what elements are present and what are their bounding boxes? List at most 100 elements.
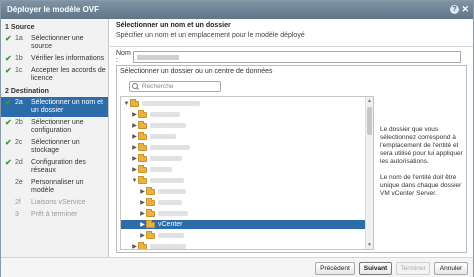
help-icon[interactable]: ?: [450, 5, 459, 14]
redacted-node-label: [150, 145, 190, 150]
check-icon: ✔: [5, 54, 12, 63]
page-subtitle: Spécifier un nom et un emplacement pour …: [116, 32, 305, 39]
step-number: 2f: [15, 199, 21, 206]
step-label: Sélectionner une configuration: [31, 119, 84, 134]
name-label: Nom :: [116, 50, 131, 64]
step-label: Accepter les accords de licence: [31, 67, 106, 82]
name-field[interactable]: [133, 51, 461, 63]
folder-icon: [146, 219, 155, 228]
redacted-node-label: [150, 112, 180, 117]
redacted-node-label: [158, 233, 184, 238]
expand-arrow-icon[interactable]: ▶: [131, 122, 138, 129]
step-label: Configuration des réseaux: [31, 159, 86, 174]
step-1c[interactable]: ✔ 1c Accepter les accords de licence: [1, 65, 108, 85]
tree-node[interactable]: ▶: [121, 186, 365, 196]
step-number: 2b: [15, 119, 23, 126]
dialog-title: Déployer le modèle OVF: [7, 5, 100, 14]
step-3: 3 Prêt à terminer: [1, 209, 108, 221]
close-icon[interactable]: ✕: [461, 4, 469, 14]
tree-node[interactable]: ▶: [121, 230, 365, 240]
check-icon: ✔: [5, 34, 12, 43]
redacted-node-label: [150, 178, 184, 183]
tree-node[interactable]: ▼: [121, 175, 365, 185]
step-1b[interactable]: ✔ 1b Vérifier les informations: [1, 53, 108, 65]
folder-icon: [138, 175, 147, 184]
expand-arrow-icon[interactable]: ▶: [131, 133, 138, 140]
step-label: Prêt à terminer: [31, 211, 78, 218]
redacted-node-label: [150, 156, 182, 161]
folder-icon: [138, 164, 147, 173]
cancel-button[interactable]: Annuler: [434, 262, 468, 275]
tree-node-selected[interactable]: ▶ vCenter: [121, 219, 365, 229]
expand-arrow-icon[interactable]: ▶: [139, 221, 146, 228]
next-button[interactable]: Suivant: [359, 262, 392, 275]
folder-icon: [138, 120, 147, 129]
step-1a[interactable]: ✔ 1a Sélectionner une source: [1, 33, 108, 53]
step-2b[interactable]: ✔ 2b Sélectionner une configuration: [1, 117, 108, 137]
expand-arrow-icon[interactable]: ▶: [139, 210, 146, 217]
tree-node[interactable]: ▶: [121, 153, 365, 163]
tree-node[interactable]: ▶: [121, 120, 365, 130]
dialog-footer: Précédent Suivant Terminer Annuler: [1, 257, 473, 277]
scroll-down-icon[interactable]: ▼: [366, 241, 373, 249]
step-number: 2a: [15, 99, 23, 106]
step-number: 2c: [15, 139, 23, 146]
tree-node[interactable]: ▶: [121, 164, 365, 174]
folder-icon: [138, 142, 147, 151]
expand-arrow-icon[interactable]: ▶: [131, 166, 138, 173]
check-icon: ✔: [5, 66, 12, 75]
main-content: Sélectionner un nom et un dossier Spécif…: [110, 19, 473, 257]
step-2f: 2f Liaisons vService: [1, 197, 108, 209]
step-label: Liaisons vService: [31, 199, 86, 206]
tree-node[interactable]: ▶: [121, 131, 365, 141]
step-2e[interactable]: 2e Personnaliser un modèle: [1, 177, 108, 197]
redacted-node-label: [158, 211, 188, 216]
tree-node[interactable]: ▶: [121, 241, 365, 249]
expand-arrow-icon[interactable]: ▶: [131, 155, 138, 162]
search-input[interactable]: Recherche: [129, 81, 221, 92]
expand-arrow-icon[interactable]: ▶: [131, 111, 138, 118]
tree-scrollbar[interactable]: ▲ ▼: [365, 97, 373, 249]
redacted-node-label: [150, 134, 176, 139]
scroll-thumb[interactable]: [367, 107, 372, 135]
step-label: Sélectionner une source: [31, 35, 84, 50]
previous-button[interactable]: Précédent: [315, 262, 355, 275]
expand-arrow-icon[interactable]: ▶: [139, 232, 146, 239]
step-section-destination: 2 Destination: [5, 88, 49, 95]
expand-arrow-icon[interactable]: ▶: [139, 199, 146, 206]
check-icon: ✔: [5, 118, 12, 127]
step-number: 1b: [15, 55, 23, 62]
tree-node[interactable]: ▶: [121, 142, 365, 152]
page-title: Sélectionner un nom et un dossier: [116, 22, 231, 29]
scroll-up-icon[interactable]: ▲: [366, 97, 373, 105]
folder-panel-title: Sélectionner un dossier ou un centre de …: [120, 68, 273, 75]
collapse-arrow-icon[interactable]: ▼: [131, 178, 138, 184]
folder-panel: Sélectionner un dossier ou un centre de …: [116, 65, 467, 253]
info-paragraph: Le nom de l'entité doit être unique dans…: [380, 174, 462, 197]
redacted-node-label: [142, 101, 200, 106]
step-2a[interactable]: ✔ 2a Sélectionner un nom et un dossier: [1, 97, 108, 117]
step-number: 3: [15, 211, 19, 218]
folder-icon: [146, 186, 155, 195]
redacted-node-label: [150, 244, 186, 249]
step-label: Sélectionner un nom et un dossier: [31, 99, 103, 114]
expand-arrow-icon[interactable]: ▶: [131, 243, 138, 249]
folder-icon: [138, 109, 147, 118]
expand-arrow-icon[interactable]: ▶: [139, 188, 146, 195]
redacted-node-label: [150, 123, 186, 128]
expand-arrow-icon[interactable]: ▶: [131, 144, 138, 151]
tree-node[interactable]: ▼: [121, 98, 365, 108]
tree-node[interactable]: ▶: [121, 208, 365, 218]
tree-node-label: vCenter: [158, 221, 183, 228]
step-2c[interactable]: ✔ 2c Sélectionner un stockage: [1, 137, 108, 157]
tree-node[interactable]: ▶: [121, 197, 365, 207]
step-2d[interactable]: ✔ 2d Configuration des réseaux: [1, 157, 108, 177]
folder-icon: [130, 98, 139, 107]
folder-icon: [146, 230, 155, 239]
step-label: Sélectionner un stockage: [31, 139, 80, 154]
step-section-source: 1 Source: [5, 24, 35, 31]
tree-node[interactable]: ▶: [121, 109, 365, 119]
check-icon: ✔: [5, 138, 12, 147]
folder-tree[interactable]: ▼ ▶ ▶ ▶ ▶ ▶ ▶ ▼ ▶ ▶ ▶ ▶ vCenter ▶ ▶ ▲ ▼: [120, 96, 374, 250]
collapse-arrow-icon[interactable]: ▼: [123, 101, 130, 107]
